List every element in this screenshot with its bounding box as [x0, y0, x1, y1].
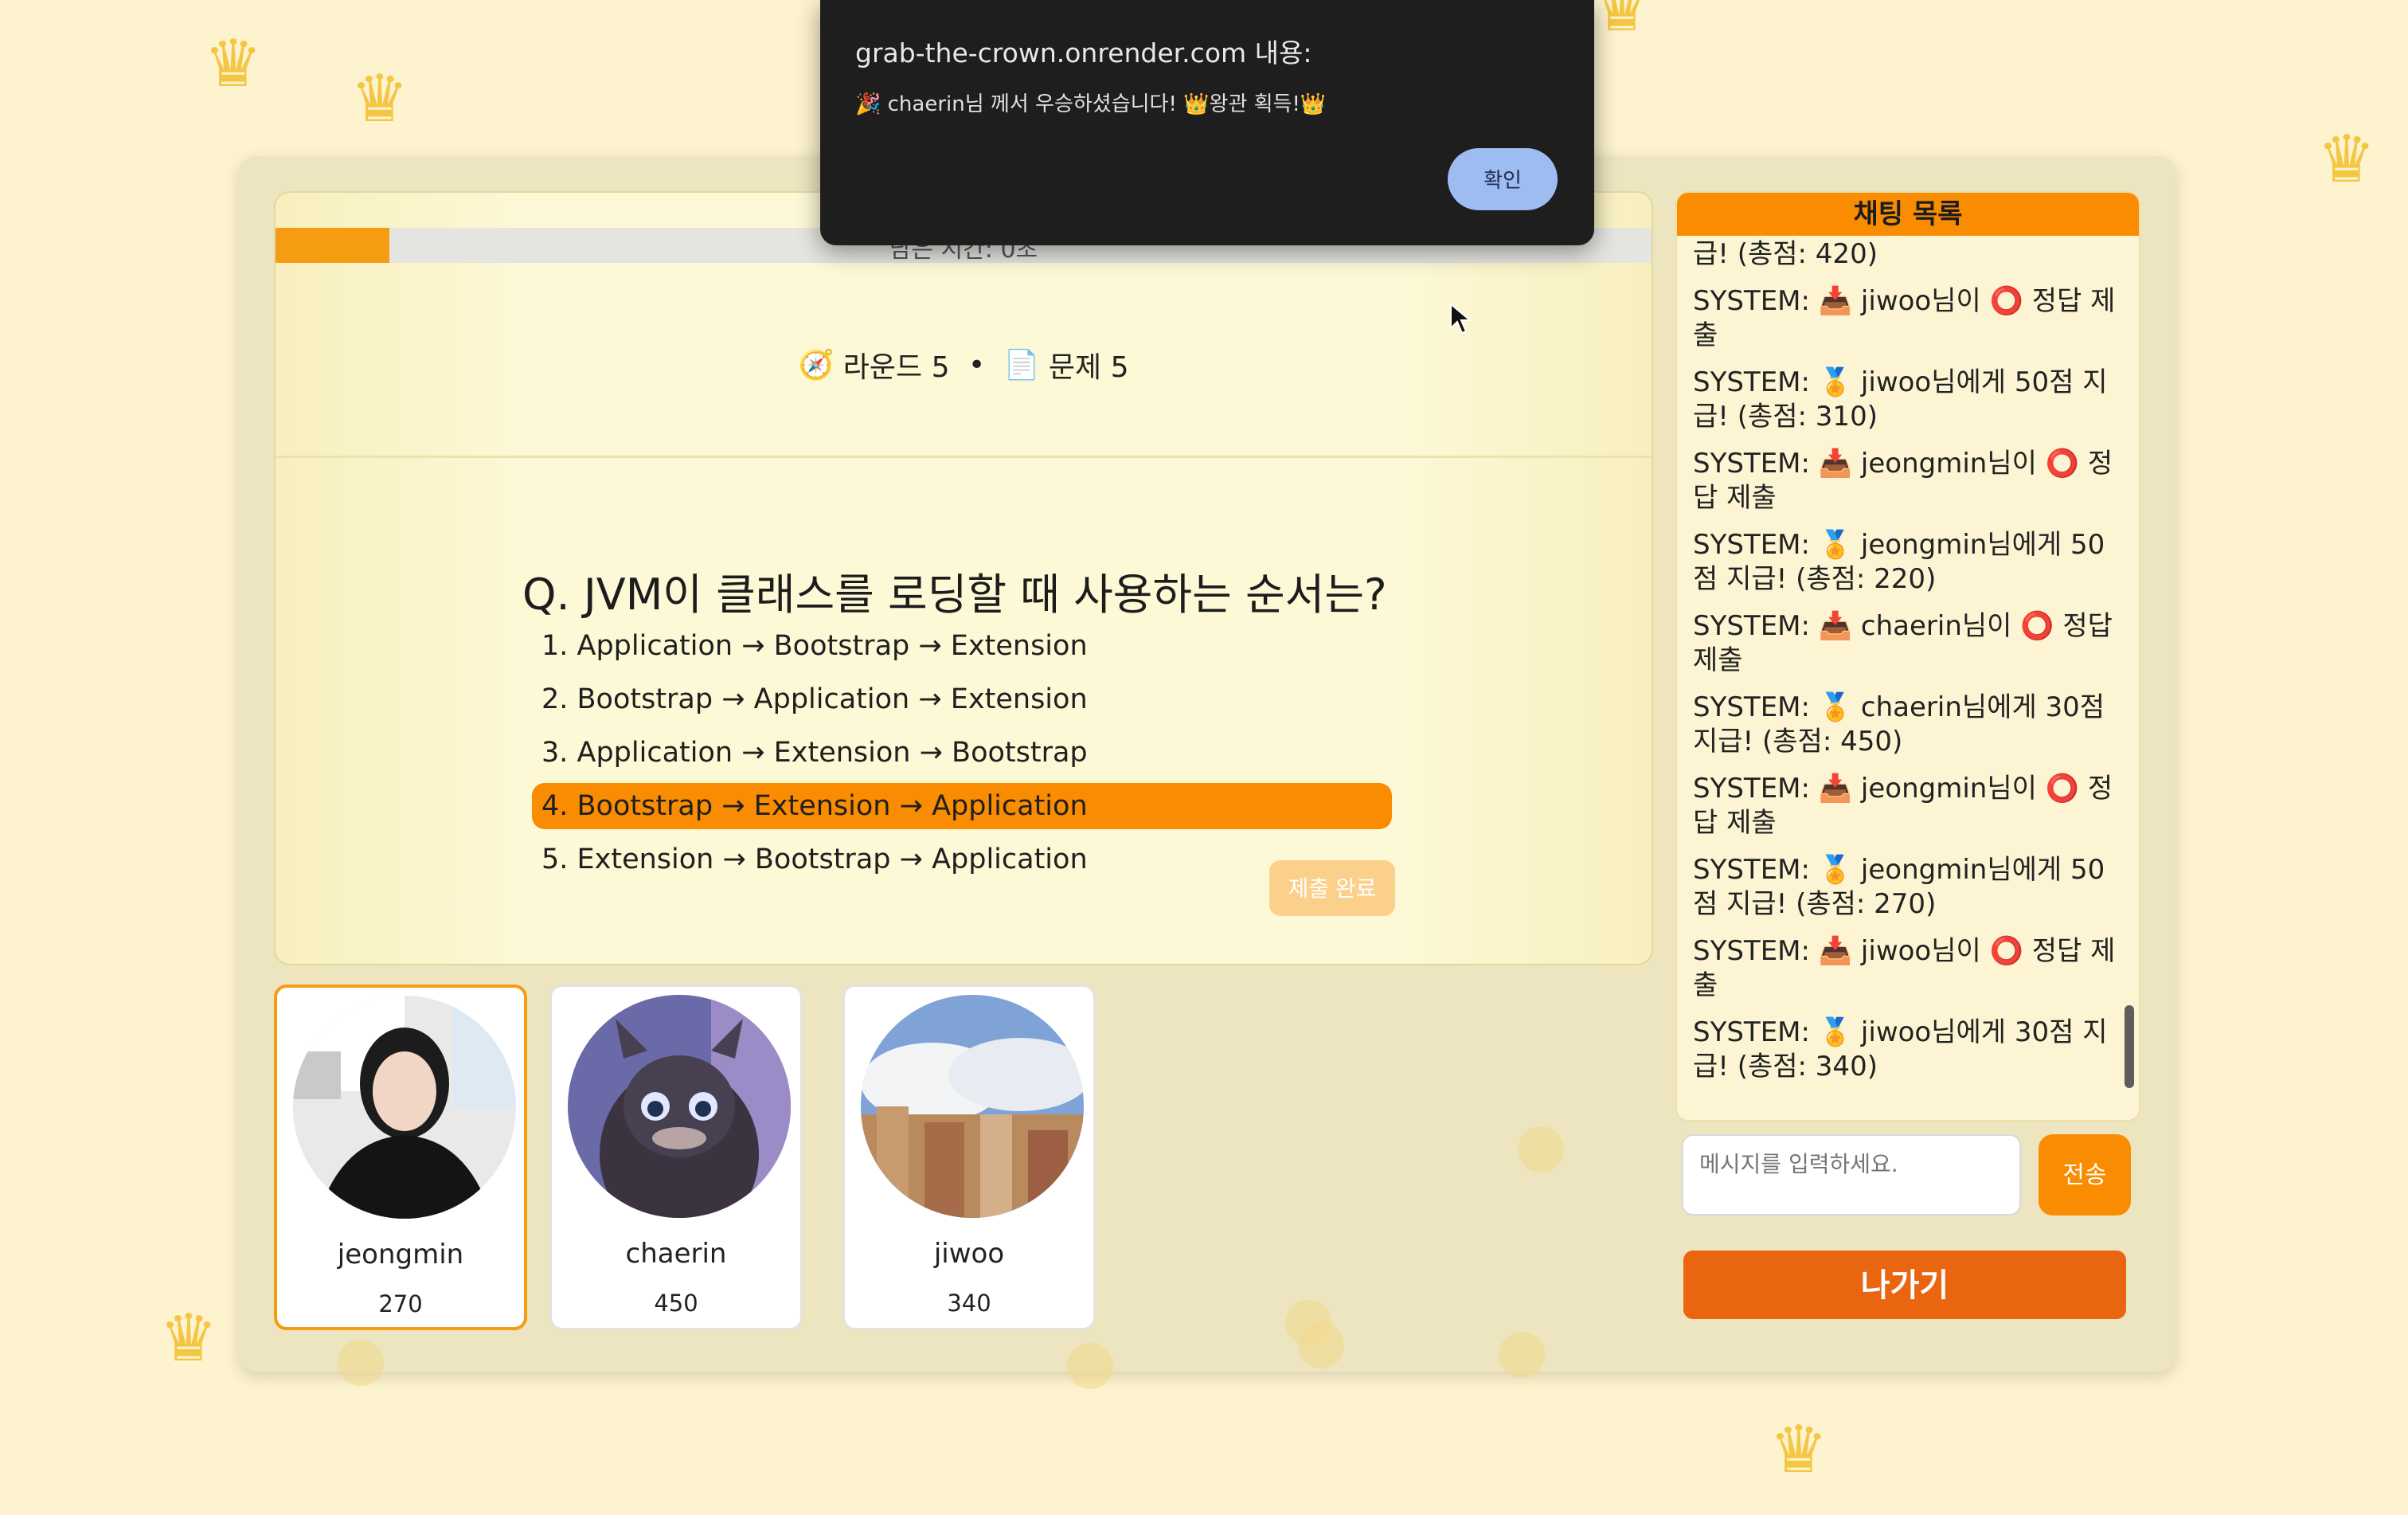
- avatar: [861, 995, 1084, 1218]
- avatar-image: [861, 995, 1084, 1218]
- round-info: 🧭 라운드 5 • 📄 문제 5: [276, 344, 1652, 386]
- chat-message: SYSTEM: 📥 jeongmin님이 ⭕ 정답 제출: [1693, 773, 2113, 839]
- alert-ok-button[interactable]: 확인: [1448, 148, 1558, 210]
- avatar: [568, 995, 791, 1218]
- player-card-chaerin: chaerin 450: [549, 985, 803, 1330]
- crown-icon: ♛: [204, 26, 263, 102]
- round-label: 라운드 5: [842, 351, 950, 384]
- chat-message: SYSTEM: 📥 jiwoo님이 ⭕ 정답 제출: [1693, 285, 2116, 351]
- exit-button[interactable]: 나가기: [1683, 1251, 2126, 1319]
- crown-icon: ♛: [2317, 122, 2376, 198]
- player-card-jeongmin: jeongmin 270: [274, 985, 527, 1330]
- player-card-jiwoo: jiwoo 340: [842, 985, 1096, 1330]
- background-dot: [1518, 1126, 1564, 1172]
- alert-dialog: grab-the-crown.onrender.com 내용: 🎉 chaeri…: [820, 0, 1594, 245]
- player-name: jiwoo: [933, 1238, 1005, 1270]
- quiz-card: 남은 시간: 0초 🧭 라운드 5 • 📄 문제 5 Q. JVM이 클래스를 …: [274, 191, 1653, 965]
- divider: [276, 456, 1652, 458]
- chat-message: SYSTEM: 🏅 jeongmin님에게 50점 지급! (총점: 220): [1693, 529, 2105, 595]
- answer-option-5[interactable]: 5. Extension → Bootstrap → Application: [532, 836, 1392, 883]
- player-name: jeongmin: [337, 1239, 464, 1270]
- chat-message: SYSTEM: 📥 jeongmin님이 ⭕ 정답 제출: [1693, 448, 2113, 514]
- chat-scrollbar[interactable]: [2125, 1005, 2134, 1088]
- game-panel: 남은 시간: 0초 🧭 라운드 5 • 📄 문제 5 Q. JVM이 클래스를 …: [239, 156, 2175, 1389]
- mouse-cursor-icon: [1450, 303, 1472, 335]
- player-score: 270: [378, 1290, 423, 1317]
- player-name: chaerin: [625, 1238, 727, 1270]
- chat-message: 급! (총점: 420): [1693, 238, 1878, 270]
- avatar-image: [293, 996, 516, 1219]
- answer-option-4[interactable]: 4. Bootstrap → Extension → Application: [532, 783, 1392, 829]
- separator-dot: •: [968, 348, 986, 382]
- chat-message-list[interactable]: 급! (총점: 420) SYSTEM: 📥 jiwoo님이 ⭕ 정답 제출 SYS…: [1693, 237, 2120, 1114]
- background-dot: [1298, 1322, 1344, 1368]
- chat-header: 채팅 목록: [1677, 193, 2139, 236]
- chat-message: SYSTEM: 🏅 jiwoo님에게 50점 지급! (총점: 310): [1693, 366, 2108, 433]
- answer-options: 1. Application → Bootstrap → Extension 2…: [532, 623, 1392, 890]
- compass-icon: 🧭: [798, 349, 835, 382]
- background-dot: [1499, 1332, 1545, 1378]
- answer-option-1[interactable]: 1. Application → Bootstrap → Extension: [532, 623, 1392, 669]
- avatar-image: [568, 995, 791, 1218]
- chat-input[interactable]: [1682, 1134, 2021, 1216]
- crown-icon: ♛: [1593, 0, 1652, 46]
- chat-message: SYSTEM: 🏅 jiwoo님에게 30점 지급! (총점: 340): [1693, 1016, 2108, 1082]
- problem-label: 문제 5: [1048, 351, 1129, 384]
- crown-icon: ♛: [159, 1301, 218, 1376]
- player-score: 340: [947, 1290, 991, 1317]
- player-score: 450: [654, 1290, 698, 1317]
- background-dot: [1067, 1343, 1113, 1389]
- avatar: [293, 996, 516, 1219]
- question-text: Q. JVM이 클래스를 로딩할 때 사용하는 순서는?: [522, 570, 1387, 620]
- chat-message: SYSTEM: 📥 chaerin님이 ⭕ 정답 제출: [1693, 610, 2113, 676]
- chat-panel: 채팅 목록 급! (총점: 420) SYSTEM: 📥 jiwoo님이 ⭕ 정답…: [1675, 191, 2140, 1122]
- alert-title: grab-the-crown.onrender.com 내용:: [855, 37, 1312, 69]
- crown-icon: ♛: [1769, 1412, 1828, 1488]
- answer-option-3[interactable]: 3. Application → Extension → Bootstrap: [532, 730, 1392, 776]
- submit-button[interactable]: 제출 완료: [1269, 860, 1395, 916]
- chat-message: SYSTEM: 🏅 jeongmin님에게 50점 지급! (총점: 270): [1693, 854, 2105, 920]
- document-icon: 📄: [1003, 349, 1040, 382]
- chat-message: SYSTEM: 📥 jiwoo님이 ⭕ 정답 제출: [1693, 935, 2116, 1001]
- send-button[interactable]: 전송: [2039, 1134, 2131, 1216]
- alert-message: 🎉 chaerin님 께서 우승하셨습니다! 👑왕관 획득!👑: [855, 92, 1327, 116]
- answer-option-2[interactable]: 2. Bootstrap → Application → Extension: [532, 676, 1392, 722]
- chat-message: SYSTEM: 🏅 chaerin님에게 30점 지급! (총점: 450): [1693, 691, 2105, 758]
- background-dot: [338, 1340, 384, 1386]
- crown-icon: ♛: [350, 61, 409, 137]
